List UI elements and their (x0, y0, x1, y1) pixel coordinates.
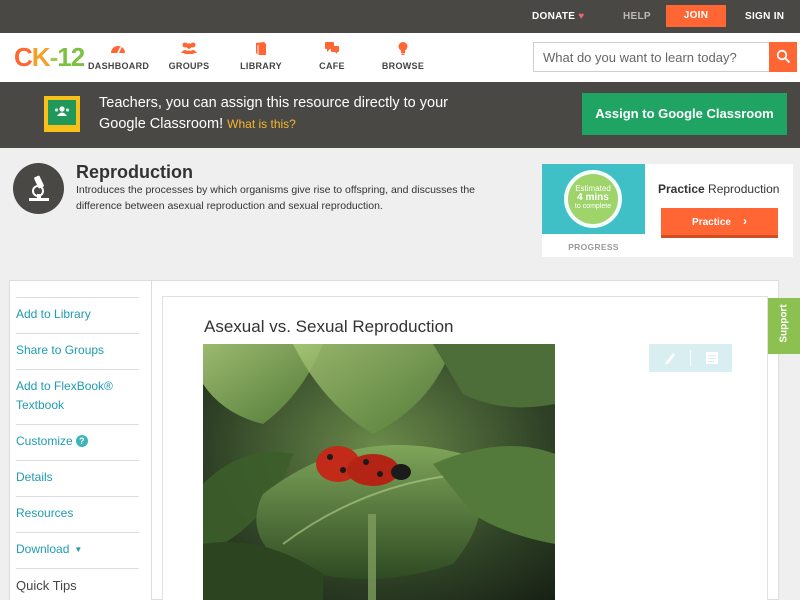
microscope-icon (13, 163, 64, 214)
estimated-label: Estimated (575, 184, 611, 193)
nav-library-label: LIBRARY (240, 61, 282, 71)
donate-label: DONATE (532, 11, 576, 22)
support-tab[interactable]: Support (768, 298, 800, 354)
practice-button-label: Practice (692, 217, 731, 228)
nav-groups[interactable]: GROUPS (166, 41, 212, 71)
top-utility-bar: DONATE ♥ HELP JOIN SIGN IN (0, 0, 800, 33)
estimated-time-badge: Estimated 4 mins to complete (568, 174, 618, 224)
practice-card: Estimated 4 mins to complete PROGRESS Pr… (542, 164, 793, 257)
sidebar-item-label: Customize (16, 434, 73, 448)
sidebar-item-label: Resources (16, 506, 74, 520)
resources-link[interactable]: Resources (16, 496, 139, 532)
library-icon (238, 41, 284, 57)
notes-tool[interactable] (691, 344, 732, 372)
nav-cafe[interactable]: CAFE (312, 41, 352, 71)
chevron-right-icon: › (742, 214, 747, 228)
estimated-mins: 4 mins (577, 192, 609, 203)
lesson-panel: Asexual vs. Sexual Reproduction (162, 296, 768, 600)
help-link[interactable]: HELP (623, 0, 651, 33)
share-to-groups-link[interactable]: Share to Groups (16, 333, 139, 369)
heart-icon: ♥ (578, 11, 585, 22)
search-button[interactable] (769, 42, 797, 72)
assign-to-google-classroom-button[interactable]: Assign to Google Classroom (582, 93, 787, 135)
sidebar-item-label: Share to Groups (16, 343, 105, 357)
what-is-this-link[interactable]: What is this? (227, 117, 296, 131)
quick-tips-heading[interactable]: Quick Tips (16, 568, 139, 600)
sidebar-item-label: Details (16, 470, 53, 484)
to-complete-label: to complete (574, 203, 612, 210)
concept-title: Reproduction (76, 162, 193, 182)
practice-title-bold: Practice (658, 182, 705, 196)
nav-browse[interactable]: BROWSE (380, 41, 426, 71)
content-area: Add to Library Share to Groups Add to Fl… (9, 280, 779, 600)
logo-c: C (14, 42, 33, 72)
donate-link[interactable]: DONATE ♥ (532, 0, 585, 33)
caret-down-icon: ▼ (74, 545, 83, 554)
practice-title-rest: Reproduction (708, 182, 780, 196)
add-to-flexbook-link[interactable]: Add to FlexBook® Textbook (16, 369, 139, 424)
customize-link[interactable]: Customize? (16, 424, 139, 460)
resource-sidebar: Add to Library Share to Groups Add to Fl… (10, 281, 152, 600)
main-header: CK-12 DASHBOARD GROUPS LIBRARY CAFE BROW… (0, 33, 800, 82)
practice-title: Practice Reproduction (658, 182, 779, 196)
nav-library[interactable]: LIBRARY (238, 41, 284, 71)
dashboard-icon (88, 41, 148, 57)
sidebar-item-label: Add to FlexBook® Textbook (16, 379, 113, 412)
search-input[interactable] (533, 42, 770, 72)
lightbulb-icon (380, 41, 426, 57)
support-tab-label: Support (778, 304, 790, 343)
highlight-tool[interactable] (649, 344, 690, 372)
details-link[interactable]: Details (16, 460, 139, 496)
banner-message: Teachers, you can assign this resource d… (99, 93, 459, 135)
logo-k: K (31, 42, 51, 72)
join-button[interactable]: JOIN (666, 5, 726, 27)
nav-browse-label: BROWSE (381, 61, 425, 71)
sidebar-item-label: Add to Library (16, 307, 91, 321)
groups-icon (166, 41, 212, 57)
nav-cafe-label: CAFE (319, 61, 345, 71)
progress-tile[interactable]: Estimated 4 mins to complete (542, 164, 645, 234)
notes-icon (705, 352, 718, 364)
nav-dashboard[interactable]: DASHBOARD (88, 41, 150, 71)
nav-dashboard-label: DASHBOARD (88, 61, 150, 71)
help-question-icon[interactable]: ? (75, 435, 88, 447)
cafe-chat-icon (312, 41, 352, 57)
ck12-logo[interactable]: CK-12 (14, 42, 85, 72)
search-icon (776, 49, 790, 64)
logo-12: 12 (57, 42, 85, 72)
sidebar-item-label: Quick Tips (16, 578, 77, 593)
pencil-icon (664, 353, 675, 364)
nav-groups-label: GROUPS (168, 61, 210, 71)
sign-in-link[interactable]: SIGN IN (745, 0, 784, 33)
google-classroom-icon (44, 96, 80, 132)
lesson-title: Asexual vs. Sexual Reproduction (204, 317, 454, 336)
sidebar-item-label: Download (16, 542, 70, 556)
progress-label: PROGRESS (568, 242, 619, 252)
annotation-toolbar (649, 344, 732, 372)
ladybugs-on-leaf-image (203, 344, 555, 600)
concept-description: Introduces the processes by which organi… (76, 184, 476, 212)
google-classroom-banner: Teachers, you can assign this resource d… (0, 82, 800, 148)
download-dropdown[interactable]: Download ▼ (16, 532, 139, 568)
practice-button[interactable]: Practice › (661, 208, 778, 238)
add-to-library-link[interactable]: Add to Library (16, 297, 139, 333)
